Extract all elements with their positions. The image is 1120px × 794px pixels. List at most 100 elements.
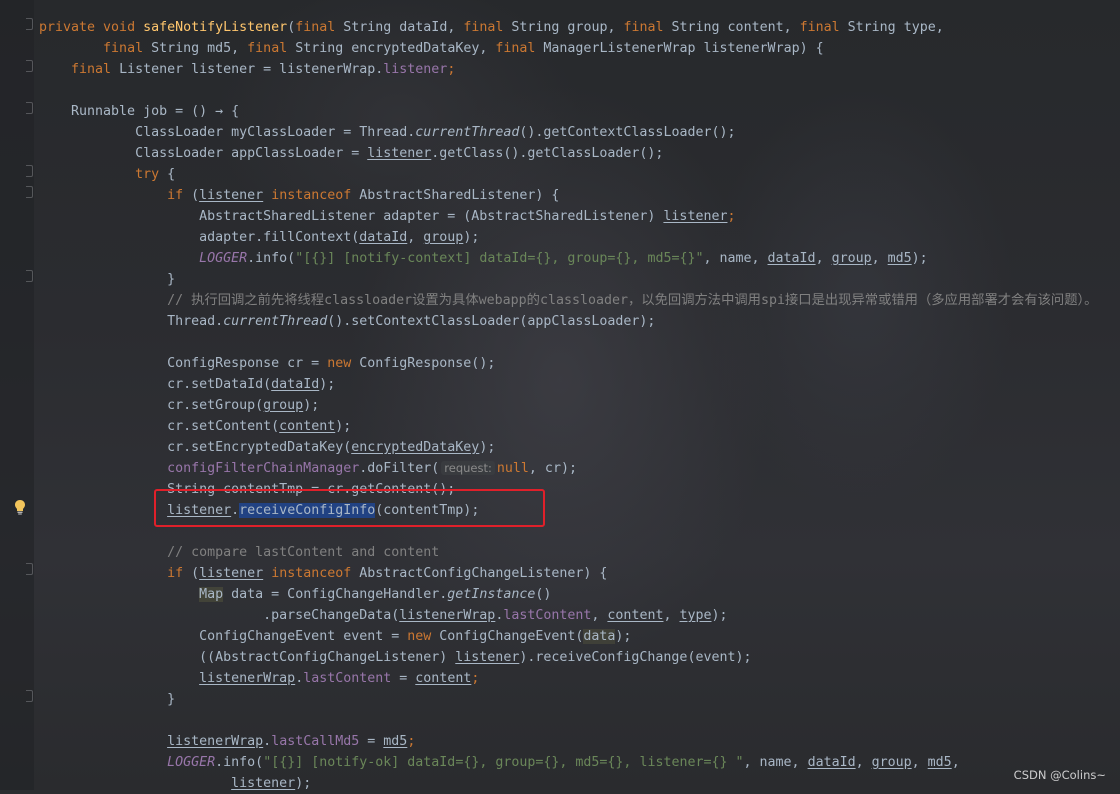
code-token: listener bbox=[663, 209, 728, 224]
code-token: group bbox=[871, 755, 912, 770]
code-line[interactable]: LOGGER.info("[{}] [notify-context] dataI… bbox=[39, 248, 928, 269]
code-line[interactable]: Thread.currentThread().setContextClassLo… bbox=[39, 311, 655, 332]
code-line[interactable]: cr.setContent(content); bbox=[39, 416, 351, 437]
code-token: ConfigResponse(); bbox=[359, 356, 496, 371]
code-token: , cr); bbox=[528, 461, 577, 476]
code-line[interactable]: .parseChangeData(listenerWrap.lastConten… bbox=[39, 605, 727, 626]
fold-marker-icon[interactable] bbox=[26, 563, 33, 575]
code-token: .info( bbox=[247, 251, 296, 266]
code-line[interactable]: Runnable job = () → { bbox=[39, 101, 239, 122]
code-token: , bbox=[407, 230, 424, 245]
code-token: ).receiveConfigChange(event); bbox=[519, 650, 752, 665]
code-token: listenerWrap bbox=[199, 671, 296, 686]
code-line[interactable]: listenerWrap.lastContent = content; bbox=[39, 668, 479, 689]
code-line[interactable]: cr.setEncryptedDataKey(encryptedDataKey)… bbox=[39, 437, 495, 458]
editor-gutter[interactable] bbox=[0, 0, 34, 790]
code-line[interactable]: configFilterChainManager.doFilter(reques… bbox=[39, 458, 577, 479]
code-line[interactable]: adapter.fillContext(dataId, group); bbox=[39, 227, 479, 248]
code-line[interactable]: if (listener instanceof AbstractSharedLi… bbox=[39, 185, 559, 206]
code-token: cr.setDataId( bbox=[39, 377, 272, 392]
code-line[interactable]: } bbox=[39, 689, 175, 710]
code-token: data bbox=[583, 629, 616, 644]
code-token: cr.setEncryptedDataKey( bbox=[39, 440, 352, 455]
code-line[interactable]: final String md5, final String encrypted… bbox=[39, 38, 824, 59]
code-line[interactable]: cr.setDataId(dataId); bbox=[39, 374, 335, 395]
code-line[interactable]: private void safeNotifyListener(final St… bbox=[39, 17, 944, 38]
code-token: final bbox=[799, 20, 848, 35]
code-token: LOGGER bbox=[199, 251, 248, 266]
code-token: content bbox=[279, 419, 336, 434]
code-line[interactable]: final Listener listener = listenerWrap.l… bbox=[39, 59, 455, 80]
code-token: Thread. bbox=[39, 314, 224, 329]
code-token: // compare lastContent and content bbox=[167, 545, 440, 560]
code-token: , name, bbox=[703, 251, 768, 266]
code-token: ; bbox=[407, 734, 416, 749]
fold-marker-icon[interactable] bbox=[26, 165, 33, 177]
code-token: listener bbox=[383, 62, 448, 77]
code-line[interactable]: // 执行回调之前先将线程classloader设置为具体webapp的clas… bbox=[39, 290, 1097, 311]
fold-marker-icon[interactable] bbox=[26, 270, 33, 282]
code-token: , bbox=[855, 755, 872, 770]
code-token: ); bbox=[303, 398, 320, 413]
code-line[interactable]: ConfigChangeEvent event = new ConfigChan… bbox=[39, 626, 631, 647]
code-token: configFilterChainManager bbox=[167, 461, 360, 476]
code-line[interactable]: Map data = ConfigChangeHandler.getInstan… bbox=[39, 584, 551, 605]
fold-marker-icon[interactable] bbox=[26, 690, 33, 702]
code-token: } bbox=[39, 272, 176, 287]
code-token: ); bbox=[911, 251, 928, 266]
code-token: ().setContextClassLoader(appClassLoader)… bbox=[327, 314, 656, 329]
code-token: lastContent bbox=[303, 671, 392, 686]
code-token: listenerWrap bbox=[399, 608, 496, 623]
code-line[interactable]: if (listener instanceof AbstractConfigCh… bbox=[39, 563, 607, 584]
fold-marker-icon[interactable] bbox=[26, 18, 33, 30]
code-token: currentThread bbox=[223, 314, 328, 329]
code-token: group bbox=[423, 230, 464, 245]
code-token: } bbox=[39, 692, 176, 707]
code-line[interactable]: cr.setGroup(group); bbox=[39, 395, 319, 416]
code-token: dataId bbox=[767, 251, 816, 266]
code-token: ); bbox=[463, 230, 480, 245]
code-token: "[{}] [notify-ok] dataId={}, group={}, m… bbox=[263, 755, 744, 770]
code-token: instanceof bbox=[263, 188, 360, 203]
code-token: ((AbstractConfigChangeListener) bbox=[39, 650, 456, 665]
code-token: md5 bbox=[887, 251, 912, 266]
code-token: new bbox=[327, 356, 360, 371]
code-line[interactable]: ClassLoader appClassLoader = listener.ge… bbox=[39, 143, 663, 164]
code-token: ( bbox=[191, 566, 200, 581]
code-token: currentThread bbox=[415, 125, 520, 140]
fold-marker-icon[interactable] bbox=[26, 186, 33, 198]
code-editor[interactable]: private void safeNotifyListener(final St… bbox=[0, 0, 1120, 791]
code-token: final bbox=[623, 20, 672, 35]
code-line[interactable]: ClassLoader myClassLoader = Thread.curre… bbox=[39, 122, 736, 143]
code-token: type bbox=[679, 608, 712, 623]
code-token: final bbox=[495, 41, 544, 56]
code-token: encryptedDataKey bbox=[351, 440, 480, 455]
code-token: , bbox=[911, 755, 928, 770]
code-line[interactable]: ConfigResponse cr = new ConfigResponse()… bbox=[39, 353, 495, 374]
code-line[interactable]: try { bbox=[39, 164, 175, 185]
code-token: ().getContextClassLoader(); bbox=[519, 125, 736, 140]
code-token: if bbox=[167, 566, 192, 581]
code-line[interactable]: listenerWrap.lastCallMd5 = md5; bbox=[39, 731, 415, 752]
code-token: data = ConfigChangeHandler. bbox=[223, 587, 448, 602]
code-token: null bbox=[496, 461, 529, 476]
code-line[interactable]: ((AbstractConfigChangeListener) listener… bbox=[39, 647, 752, 668]
code-line[interactable]: listener); bbox=[39, 773, 311, 794]
code-line[interactable]: AbstractSharedListener adapter = (Abstra… bbox=[39, 206, 735, 227]
code-token: final bbox=[71, 62, 120, 77]
code-line[interactable]: LOGGER.info("[{}] [notify-ok] dataId={},… bbox=[39, 752, 960, 773]
code-token: ( bbox=[287, 20, 296, 35]
lightbulb-icon[interactable] bbox=[14, 499, 26, 515]
code-line[interactable]: // compare lastContent and content bbox=[39, 542, 439, 563]
code-line[interactable]: } bbox=[39, 269, 175, 290]
parameter-hint: request: bbox=[441, 461, 495, 475]
code-token: listener bbox=[199, 188, 264, 203]
fold-marker-icon[interactable] bbox=[26, 60, 33, 72]
fold-marker-icon[interactable] bbox=[26, 102, 33, 114]
code-token: , bbox=[951, 755, 960, 770]
code-token: LOGGER bbox=[167, 755, 216, 770]
code-token: cr.setGroup( bbox=[39, 398, 264, 413]
code-token: ); bbox=[319, 377, 336, 392]
